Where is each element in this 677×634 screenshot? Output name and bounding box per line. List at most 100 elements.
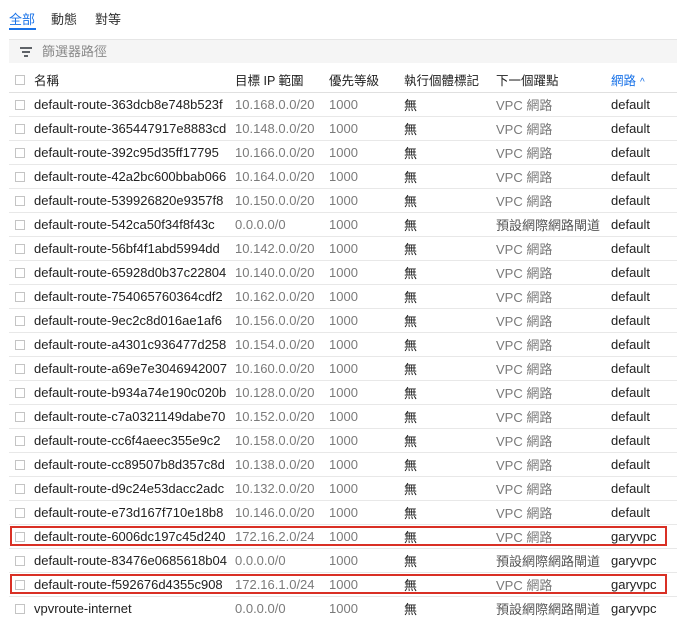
route-network[interactable]: default [611,139,677,164]
row-checkbox[interactable] [15,364,25,375]
tab-dynamic[interactable]: 動態 [51,9,77,28]
route-name[interactable]: default-route-a69e7e3046942007 [34,355,235,380]
table-row[interactable]: default-route-363dcb8e748b523f 10.168.0.0… [9,91,677,116]
route-name[interactable]: default-route-a4301c936477d258 [34,331,235,356]
row-checkbox[interactable] [15,268,25,279]
table-row[interactable]: default-route-a4301c936477d258 10.154.0.0… [9,331,677,356]
route-name[interactable]: default-route-cc89507b8d357c8d [34,451,235,476]
route-network[interactable]: default [611,331,677,356]
route-name[interactable]: default-route-f592676d4355c908 [34,571,235,596]
route-name[interactable]: default-route-56bf4f1abd5994dd [34,235,235,260]
route-network[interactable]: default [611,499,677,524]
route-network[interactable]: default [611,259,677,284]
row-checkbox[interactable] [15,148,25,159]
table-row[interactable]: default-route-f592676d4355c908 172.16.1.0… [9,571,677,596]
table-row[interactable]: default-route-754065760364cdf2 10.162.0.0… [9,283,677,308]
route-name[interactable]: default-route-c7a0321149dabe70 [34,403,235,428]
row-checkbox[interactable] [15,484,25,495]
row-checkbox[interactable] [15,604,25,615]
route-network[interactable]: default [611,283,677,308]
row-checkbox[interactable] [15,340,25,351]
row-checkbox[interactable] [15,244,25,255]
route-network[interactable]: default [611,427,677,452]
route-network[interactable]: garyvpc [611,571,677,596]
route-network[interactable]: default [611,475,677,500]
route-name[interactable]: default-route-b934a74e190c020b [34,379,235,404]
route-network[interactable]: default [611,355,677,380]
route-name[interactable]: vpvroute-internet [34,595,235,620]
table-row[interactable]: default-route-365447917e8883cd 10.148.0.0… [9,115,677,140]
route-instance-tags: 無 [404,499,496,524]
route-name[interactable]: default-route-539926820e9357f8 [34,187,235,212]
table-row[interactable]: default-route-a69e7e3046942007 10.160.0.0… [9,355,677,380]
row-checkbox[interactable] [15,100,25,111]
row-checkbox[interactable] [15,124,25,135]
table-row[interactable]: default-route-b934a74e190c020b 10.128.0.0… [9,379,677,404]
route-name[interactable]: default-route-e73d167f710e18b8 [34,499,235,524]
tab-peering[interactable]: 對等 [95,9,121,28]
table-row[interactable]: default-route-542ca50f34f8f43c 0.0.0.0/0 1… [9,211,677,236]
table-row[interactable]: default-route-42a2bc600bbab066 10.164.0.0… [9,163,677,188]
select-all-checkbox[interactable] [15,75,25,86]
row-checkbox[interactable] [15,532,25,543]
route-network[interactable]: default [611,163,677,188]
route-name[interactable]: default-route-d9c24e53dacc2adc [34,475,235,500]
row-checkbox[interactable] [15,172,25,183]
route-network[interactable]: default [611,187,677,212]
route-name[interactable]: default-route-754065760364cdf2 [34,283,235,308]
table-row[interactable]: default-route-d9c24e53dacc2adc 10.132.0.0… [9,475,677,500]
table-row[interactable]: default-route-65928d0b37c22804 10.140.0.0… [9,259,677,284]
table-row[interactable]: default-route-cc89507b8d357c8d 10.138.0.0… [9,451,677,476]
route-network[interactable]: garyvpc [611,523,677,548]
row-checkbox[interactable] [15,292,25,303]
route-network[interactable]: default [611,307,677,332]
route-network[interactable]: default [611,403,677,428]
table-row[interactable]: default-route-539926820e9357f8 10.150.0.0… [9,187,677,212]
route-name[interactable]: default-route-cc6f4aeec355e9c2 [34,427,235,452]
row-checkbox[interactable] [15,580,25,591]
route-name[interactable]: default-route-83476e0685618b04 [34,547,235,572]
row-checkbox[interactable] [15,388,25,399]
route-name[interactable]: default-route-365447917e8883cd [34,115,235,140]
table-row[interactable]: default-route-9ec2c8d016ae1af6 10.156.0.0… [9,307,677,332]
route-name[interactable]: default-route-65928d0b37c22804 [34,259,235,284]
route-network[interactable]: default [611,379,677,404]
route-name[interactable]: default-route-6006dc197c45d240 [34,523,235,548]
row-checkbox[interactable] [15,436,25,447]
row-checkbox[interactable] [15,556,25,567]
column-header-instance-tags[interactable]: 執行個體標記 [404,68,496,93]
column-header-priority[interactable]: 優先等級 [329,68,404,93]
tab-all[interactable]: 全部 [9,9,35,28]
route-network[interactable]: garyvpc [611,595,677,620]
route-name[interactable]: default-route-542ca50f34f8f43c [34,211,235,236]
row-checkbox[interactable] [15,220,25,231]
route-network[interactable]: default [611,211,677,236]
row-checkbox[interactable] [15,460,25,471]
table-row[interactable]: default-route-c7a0321149dabe70 10.152.0.0… [9,403,677,428]
route-network[interactable]: garyvpc [611,547,677,572]
row-checkbox[interactable] [15,508,25,519]
table-row[interactable]: default-route-56bf4f1abd5994dd 10.142.0.0… [9,235,677,260]
row-checkbox[interactable] [15,196,25,207]
route-name[interactable]: default-route-363dcb8e748b523f [34,91,235,116]
row-checkbox[interactable] [15,316,25,327]
column-header-next-hop[interactable]: 下一個躍點 [496,68,611,93]
route-name[interactable]: default-route-42a2bc600bbab066 [34,163,235,188]
table-row[interactable]: default-route-cc6f4aeec355e9c2 10.158.0.0… [9,427,677,452]
table-row[interactable]: default-route-83476e0685618b04 0.0.0.0/0 1… [9,547,677,572]
table-row[interactable]: vpvroute-internet 0.0.0.0/0 1000 無預設網際網路閘道 g… [9,595,677,620]
table-row[interactable]: default-route-e73d167f710e18b8 10.146.0.0… [9,499,677,524]
column-header-network[interactable]: 網路 ^ [611,68,677,93]
route-network[interactable]: default [611,235,677,260]
column-header-dest-range[interactable]: 目標 IP 範圍 [235,68,329,93]
filter-input[interactable] [42,40,642,62]
route-network[interactable]: default [611,91,677,116]
route-network[interactable]: default [611,451,677,476]
route-name[interactable]: default-route-9ec2c8d016ae1af6 [34,307,235,332]
table-row[interactable]: default-route-392c95d35ff17795 10.166.0.0… [9,139,677,164]
route-network[interactable]: default [611,115,677,140]
table-row[interactable]: default-route-6006dc197c45d240 172.16.2.0… [9,523,677,548]
column-header-name[interactable]: 名稱 [34,68,235,93]
row-checkbox[interactable] [15,412,25,423]
route-name[interactable]: default-route-392c95d35ff17795 [34,139,235,164]
